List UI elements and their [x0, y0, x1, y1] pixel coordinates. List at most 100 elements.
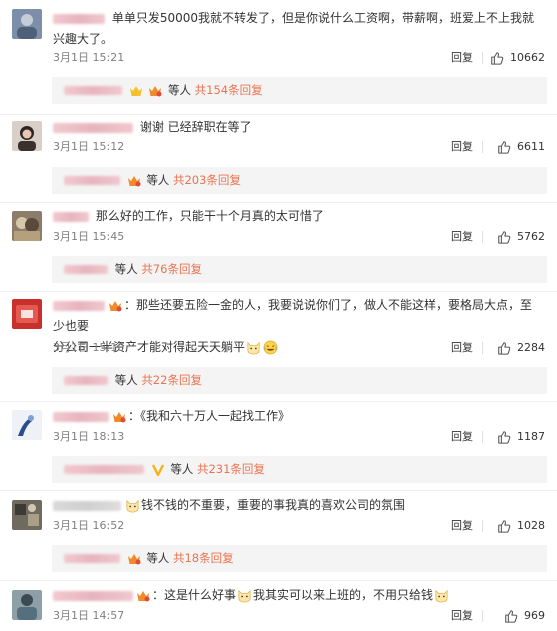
reply-button[interactable]: 回复	[451, 49, 473, 67]
like-button[interactable]: 969	[504, 607, 545, 625]
like-button[interactable]: 2284	[497, 339, 545, 357]
crown-badge-icon	[137, 590, 150, 601]
timestamp: 3月1日 14:57	[53, 609, 125, 622]
divider	[0, 490, 557, 491]
thumbs-up-icon	[498, 141, 511, 154]
like-count: 5762	[517, 230, 545, 243]
comment-meta: 3月1日 18:13 回复 1187	[53, 428, 545, 446]
like-count: 6611	[517, 140, 545, 153]
like-count: 969	[524, 609, 545, 622]
reply-summary[interactable]: 等人 共154条回复	[52, 77, 547, 104]
reply-summary[interactable]: 等人 共231条回复	[52, 456, 547, 483]
reply-count-link[interactable]: 共154条回复	[195, 83, 263, 97]
avatar[interactable]	[12, 211, 42, 241]
username-blurred[interactable]	[64, 86, 122, 95]
comment-meta: 3月1日 14:57 回复 969	[53, 607, 545, 625]
avatar[interactable]	[12, 299, 42, 329]
avatar[interactable]	[12, 9, 42, 39]
divider	[482, 520, 483, 532]
divider	[0, 580, 557, 581]
like-button[interactable]: 6611	[497, 138, 545, 156]
crown-badge-icon	[129, 85, 142, 96]
divider	[0, 114, 557, 115]
comment-meta: 3月1日 15:10 回复 2284	[53, 339, 545, 357]
comment-meta: 3月1日 15:12 回复 6611	[53, 138, 545, 156]
divider	[482, 231, 483, 243]
divider	[0, 291, 557, 292]
crown-badge-icon	[127, 175, 141, 186]
comment-body: 单单只发50000我就不转发了，但是你说什么工资啊，带薪啊，班爱上不上我就兴趣大…	[53, 11, 535, 46]
reply-button[interactable]: 回复	[451, 138, 473, 156]
comment-body: 谢谢 已经辞职在等了	[139, 120, 252, 134]
timestamp: 3月1日 15:45	[53, 230, 125, 243]
username-blurred[interactable]	[53, 300, 105, 311]
reply-count-link[interactable]: 共231条回复	[197, 462, 265, 476]
like-count: 1028	[517, 519, 545, 532]
username-blurred[interactable]	[53, 500, 121, 511]
reply-button[interactable]: 回复	[451, 517, 473, 535]
timestamp: 3月1日 18:13	[53, 430, 125, 443]
reply-count-link[interactable]: 共22条回复	[141, 373, 202, 387]
reply-button[interactable]: 回复	[451, 339, 473, 357]
thumbs-up-icon	[498, 520, 511, 533]
thumbs-up-icon	[498, 231, 511, 244]
like-button[interactable]: 5762	[497, 228, 545, 246]
username-blurred[interactable]	[64, 554, 120, 563]
avatar[interactable]	[12, 410, 42, 440]
like-button[interactable]: 1187	[497, 428, 545, 446]
username-blurred[interactable]	[64, 465, 144, 474]
like-button[interactable]: 1028	[497, 517, 545, 535]
reply-button[interactable]: 回复	[451, 228, 473, 246]
divider	[0, 401, 557, 402]
avatar[interactable]	[12, 590, 42, 620]
username-blurred[interactable]	[64, 176, 120, 185]
divider	[482, 431, 483, 443]
reply-summary[interactable]: 等人 共22条回复	[52, 367, 547, 394]
avatar[interactable]	[12, 500, 42, 530]
username-blurred[interactable]	[64, 376, 108, 385]
reply-count-link[interactable]: 共203条回复	[173, 173, 241, 187]
comment-meta: 3月1日 15:45 回复 5762	[53, 228, 545, 246]
like-button[interactable]: 10662	[490, 49, 545, 67]
thumbs-up-icon	[505, 610, 518, 623]
crown-badge-icon	[127, 553, 141, 564]
reply-summary-text: 等人	[170, 462, 194, 476]
comment-body: ：这是什么好事	[152, 588, 237, 602]
username-blurred[interactable]	[53, 211, 89, 222]
timestamp: 3月1日 16:52	[53, 519, 125, 532]
reply-count-link[interactable]: 共18条回复	[173, 551, 234, 565]
username-blurred[interactable]	[53, 411, 109, 422]
comment-body: 那么好的工作，只能干十个月真的太可惜了	[95, 209, 324, 223]
username-blurred[interactable]	[53, 122, 133, 133]
comment-text: 谢谢 已经辞职在等了	[53, 117, 543, 138]
reply-summary-text: 等人	[146, 551, 170, 565]
comment-body-continued: 我其实可以来上班的，不用只给钱	[253, 588, 434, 602]
comment-text: 单单只发50000我就不转发了，但是你说什么工资啊，带薪啊，班爱上不上我就兴趣大…	[53, 8, 543, 50]
comment-text: 那么好的工作，只能干十个月真的太可惜了	[53, 206, 543, 227]
avatar[interactable]	[12, 121, 42, 151]
timestamp: 3月1日 15:10	[53, 341, 125, 354]
divider	[482, 610, 483, 622]
cat-face-emoji	[238, 589, 251, 603]
crown-badge-icon	[149, 85, 162, 96]
like-count: 10662	[510, 51, 545, 64]
reply-summary-text: 等人	[114, 262, 138, 276]
reply-summary-text: 等人	[114, 373, 138, 387]
username-blurred[interactable]	[64, 265, 108, 274]
comment-body: 钱不钱的不重要，重要的事我真的喜欢公司的氛围	[141, 498, 406, 512]
comment-text: 钱不钱的不重要，重要的事我真的喜欢公司的氛围	[53, 495, 543, 516]
reply-count-link[interactable]: 共76条回复	[141, 262, 202, 276]
reply-button[interactable]: 回复	[451, 607, 473, 625]
reply-summary-text: 等人	[167, 83, 191, 97]
crown-badge-icon	[151, 463, 164, 476]
reply-summary[interactable]: 等人 共18条回复	[52, 545, 547, 572]
comment-body: ：那些还要五险一金的人，我要说说你们了，做人不能这样，要格局大点，至少也要	[53, 298, 533, 333]
username-blurred[interactable]	[53, 590, 133, 601]
comment-text: ：这是什么好事 我其实可以来上班的，不用只给钱	[53, 585, 543, 606]
username-blurred[interactable]	[53, 13, 105, 24]
timestamp: 3月1日 15:12	[53, 140, 125, 153]
reply-button[interactable]: 回复	[451, 428, 473, 446]
thumbs-up-icon	[491, 52, 504, 65]
reply-summary[interactable]: 等人 共203条回复	[52, 167, 547, 194]
reply-summary[interactable]: 等人 共76条回复	[52, 256, 547, 283]
